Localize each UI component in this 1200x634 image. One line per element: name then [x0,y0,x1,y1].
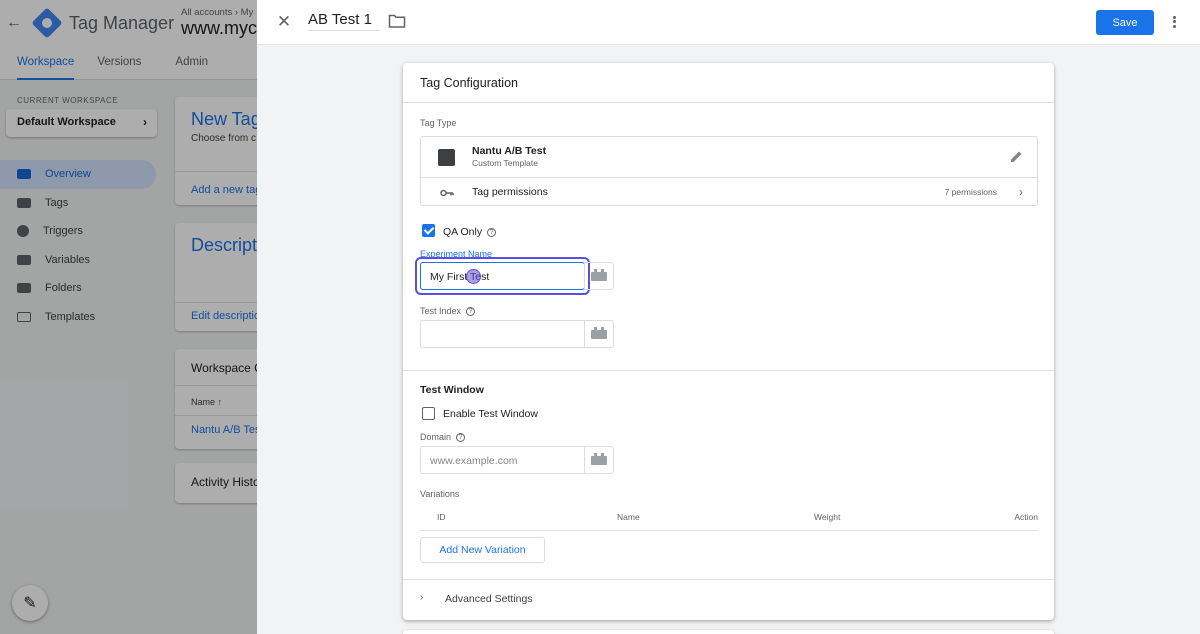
variable-brick-icon [591,326,607,339]
divider [403,102,1054,103]
test-index-label-row: Test Index? [420,306,476,317]
triggering-card [403,630,1054,634]
key-icon [440,189,454,197]
panel-header: ✕ AB Test 1 Save [257,0,1200,45]
variable-brick-icon [591,452,607,465]
column-weight: Weight [814,512,841,522]
qa-only-checkbox[interactable] [422,224,435,237]
qa-only-label: QA Only [443,226,483,238]
tag-permissions-label: Tag permissions [472,186,548,198]
variations-table-header: ID Name Weight Action [420,510,1038,531]
column-name: Name [617,512,640,522]
help-icon[interactable]: ? [456,433,466,443]
card-title: Tag Configuration [420,76,518,90]
help-icon[interactable]: ? [487,227,497,237]
add-new-variation-button[interactable]: Add New Variation [420,537,545,563]
column-id: ID [437,512,446,522]
enable-test-window-checkbox[interactable] [422,407,435,420]
insert-variable-button[interactable] [584,262,614,290]
tag-configuration-card: Tag Configuration Tag Type Nantu A/B Tes… [403,63,1054,620]
tag-editor-panel: ✕ AB Test 1 Save Tag Configuration Tag T… [257,0,1200,634]
tag-permissions-row[interactable]: Tag permissions 7 permissions › [421,177,1037,206]
tag-type-selector[interactable]: Nantu A/B Test Custom Template [421,137,1037,177]
qa-only-row: QA Only? [443,226,497,238]
close-icon[interactable]: ✕ [273,11,295,33]
test-index-label: Test Index [420,306,462,316]
divider [403,579,1054,580]
save-button[interactable]: Save [1096,10,1154,35]
chevron-right-icon: › [420,592,424,603]
click-cursor-indicator [466,269,481,284]
variations-label: Variations [420,489,460,499]
permissions-count: 7 permissions [944,187,997,197]
divider [403,370,1054,371]
template-icon [438,149,455,166]
template-name: Nantu A/B Test [472,145,547,157]
test-index-input[interactable] [420,320,585,348]
template-subtitle: Custom Template [472,158,538,168]
experiment-name-input[interactable]: My First Test [420,262,585,290]
enable-test-window-label: Enable Test Window [443,408,538,420]
domain-label-row: Domain? [420,432,466,443]
tag-type-box: Nantu A/B Test Custom Template Tag permi… [420,136,1038,206]
tag-type-label: Tag Type [420,118,457,128]
domain-input[interactable]: www.example.com [420,446,585,474]
tag-name-input[interactable]: AB Test 1 [308,11,380,31]
edit-pencil-icon[interactable] [1009,149,1024,164]
test-window-heading: Test Window [420,384,484,396]
insert-variable-button[interactable] [584,320,614,348]
insert-variable-button[interactable] [584,446,614,474]
folder-icon[interactable] [388,13,406,29]
chevron-right-icon: › [1019,185,1023,199]
advanced-settings-label: Advanced Settings [445,593,533,605]
help-icon[interactable]: ? [466,307,476,317]
column-action: Action [1014,512,1038,522]
domain-label: Domain [420,432,452,442]
more-options-icon[interactable] [1166,12,1182,32]
variable-brick-icon [591,268,607,281]
